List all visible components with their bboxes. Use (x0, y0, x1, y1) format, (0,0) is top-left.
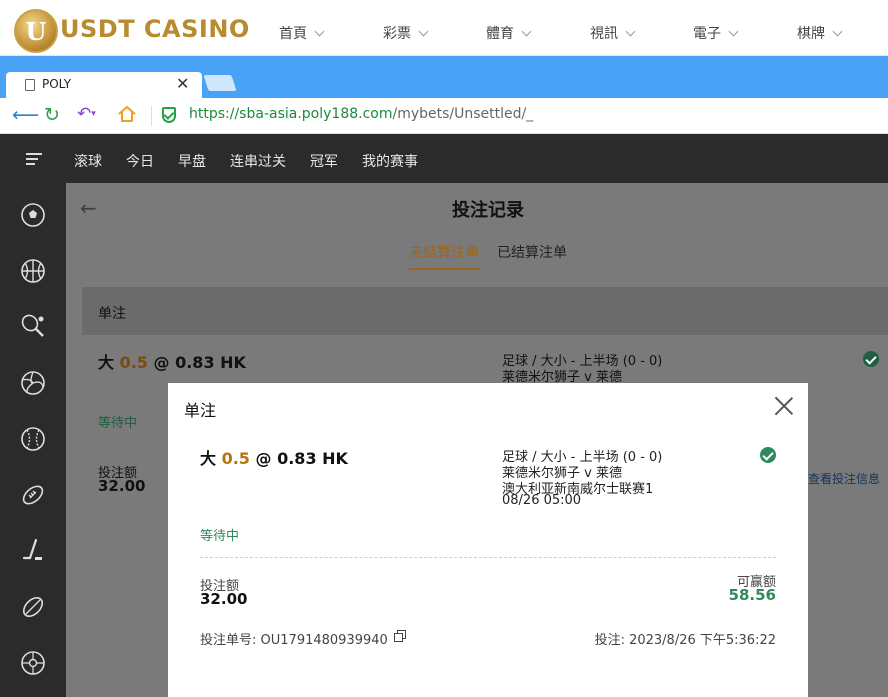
ticket-id: OU1791480939940 (260, 633, 388, 648)
refresh-icon[interactable]: ↻ (44, 104, 60, 126)
active-tab-indicator (409, 268, 480, 270)
tab-settled[interactable]: 已结算注单 (497, 242, 567, 262)
url-path: /mybets/Unsettled/_ (392, 106, 534, 122)
url-field[interactable]: https://sba-asia.poly188.com/mybets/Unse… (189, 106, 533, 122)
chevron-down-icon (314, 26, 325, 37)
divider (151, 106, 152, 126)
topnav-today[interactable]: 今日 (126, 151, 154, 171)
section-label: 单注 (98, 306, 126, 322)
home-icon[interactable] (117, 104, 137, 129)
bet-handicap: 0.5 (119, 353, 148, 372)
stake-value: 32.00 (200, 590, 248, 608)
modal-status: 等待中 (200, 529, 240, 544)
site-nav-label: 棋牌 (797, 26, 825, 42)
new-tab-button[interactable] (203, 75, 237, 91)
chevron-down-icon: ▾ (91, 109, 96, 119)
baseball-icon[interactable] (20, 426, 46, 452)
close-icon[interactable] (772, 394, 796, 418)
back-arrow-icon[interactable]: ← (80, 196, 97, 220)
topnav-outright[interactable]: 冠军 (310, 151, 338, 171)
site-nav-label: 電子 (693, 26, 721, 42)
site-nav-cards[interactable]: 棋牌 (797, 23, 843, 43)
check-circle-icon (760, 447, 776, 463)
url-host: https://sba-asia.poly188.com (189, 106, 393, 122)
site-nav-slots[interactable]: 電子 (693, 23, 739, 43)
site-nav-label: 首頁 (279, 26, 307, 42)
american-football-icon[interactable] (20, 482, 46, 508)
topnav-parlay[interactable]: 连串过关 (230, 151, 286, 171)
bet-summary: 大 0.5 @ 0.83 HK (98, 349, 246, 373)
close-icon[interactable]: ✕ (176, 74, 189, 93)
tennis-icon[interactable] (20, 313, 46, 339)
rugby-icon[interactable] (20, 594, 46, 620)
site-nav-label: 彩票 (383, 26, 411, 42)
basketball-icon[interactable] (20, 258, 46, 284)
copy-icon[interactable] (394, 630, 406, 642)
chevron-down-icon (728, 26, 739, 37)
bet-detail-modal (168, 383, 808, 697)
hockey-icon[interactable] (20, 538, 46, 564)
logo-emblem[interactable]: U (14, 9, 58, 53)
browser-tab[interactable] (6, 72, 202, 100)
site-nav-lottery[interactable]: 彩票 (383, 23, 429, 43)
site-header: U USDT CASINO 首頁 彩票 體育 視訊 電子 棋牌 (0, 0, 888, 56)
modal-title: 单注 (184, 401, 217, 420)
modal-bet-summary: 大 0.5 @ 0.83 HK (200, 445, 348, 469)
browser-tab-title: POLY (42, 77, 72, 91)
check-circle-icon (863, 351, 879, 367)
site-nav-label: 體育 (486, 26, 514, 42)
bet-handicap: 0.5 (221, 449, 250, 468)
bet-odds: 0.83 HK (277, 449, 348, 468)
placed-time-value: 2023/8/26 下午5:36:22 (629, 633, 776, 648)
undo-icon[interactable]: ↶▾ (77, 104, 96, 124)
bet-status: 等待中 (98, 416, 138, 431)
bet-selection: 大 (200, 449, 217, 468)
bet-at: @ (255, 449, 272, 468)
bet-selection: 大 (98, 353, 115, 372)
chevron-down-icon (418, 26, 429, 37)
back-arrow-icon[interactable]: ⟵ (12, 104, 39, 126)
modal-kickoff: 08/26 05:00 (502, 493, 582, 508)
logo-letter: U (25, 17, 47, 46)
topnav-inplay[interactable]: 滚球 (74, 151, 102, 171)
menu-icon[interactable] (26, 153, 42, 168)
page-icon (25, 79, 35, 91)
brand-name[interactable]: USDT CASINO (60, 15, 250, 43)
placed-time: 投注: 2023/8/26 下午5:36:22 (595, 629, 776, 648)
sports-sidebar (0, 183, 66, 697)
ticket-number: 投注单号: OU1791480939940 (200, 629, 388, 648)
site-nav-sports[interactable]: 體育 (486, 23, 532, 43)
section-header (82, 287, 888, 335)
chevron-down-icon (625, 26, 636, 37)
bet-odds: 0.83 HK (175, 353, 246, 372)
site-nav-label: 視訊 (590, 26, 618, 42)
topnav-early[interactable]: 早盘 (178, 151, 206, 171)
placed-label: 投注: (594, 633, 625, 648)
futsal-icon[interactable] (20, 650, 46, 676)
shield-icon[interactable] (162, 107, 176, 123)
chevron-down-icon (832, 26, 843, 37)
site-nav-home[interactable]: 首頁 (279, 23, 325, 43)
ticket-label: 投注单号: (200, 633, 257, 648)
bet-at: @ (153, 353, 170, 372)
soccer-icon[interactable] (20, 202, 46, 228)
topnav-my-events[interactable]: 我的赛事 (362, 151, 418, 171)
view-bet-info-link[interactable]: 查看投注信息 (808, 470, 880, 487)
divider (200, 557, 776, 558)
site-nav-live[interactable]: 視訊 (590, 23, 636, 43)
tab-unsettled[interactable]: 未结算注单 (409, 242, 479, 262)
page-title: 投注记录 (452, 200, 524, 221)
chevron-down-icon (521, 26, 532, 37)
stake-value: 32.00 (98, 477, 146, 495)
win-value: 58.56 (728, 586, 776, 604)
volleyball-icon[interactable] (20, 370, 46, 396)
